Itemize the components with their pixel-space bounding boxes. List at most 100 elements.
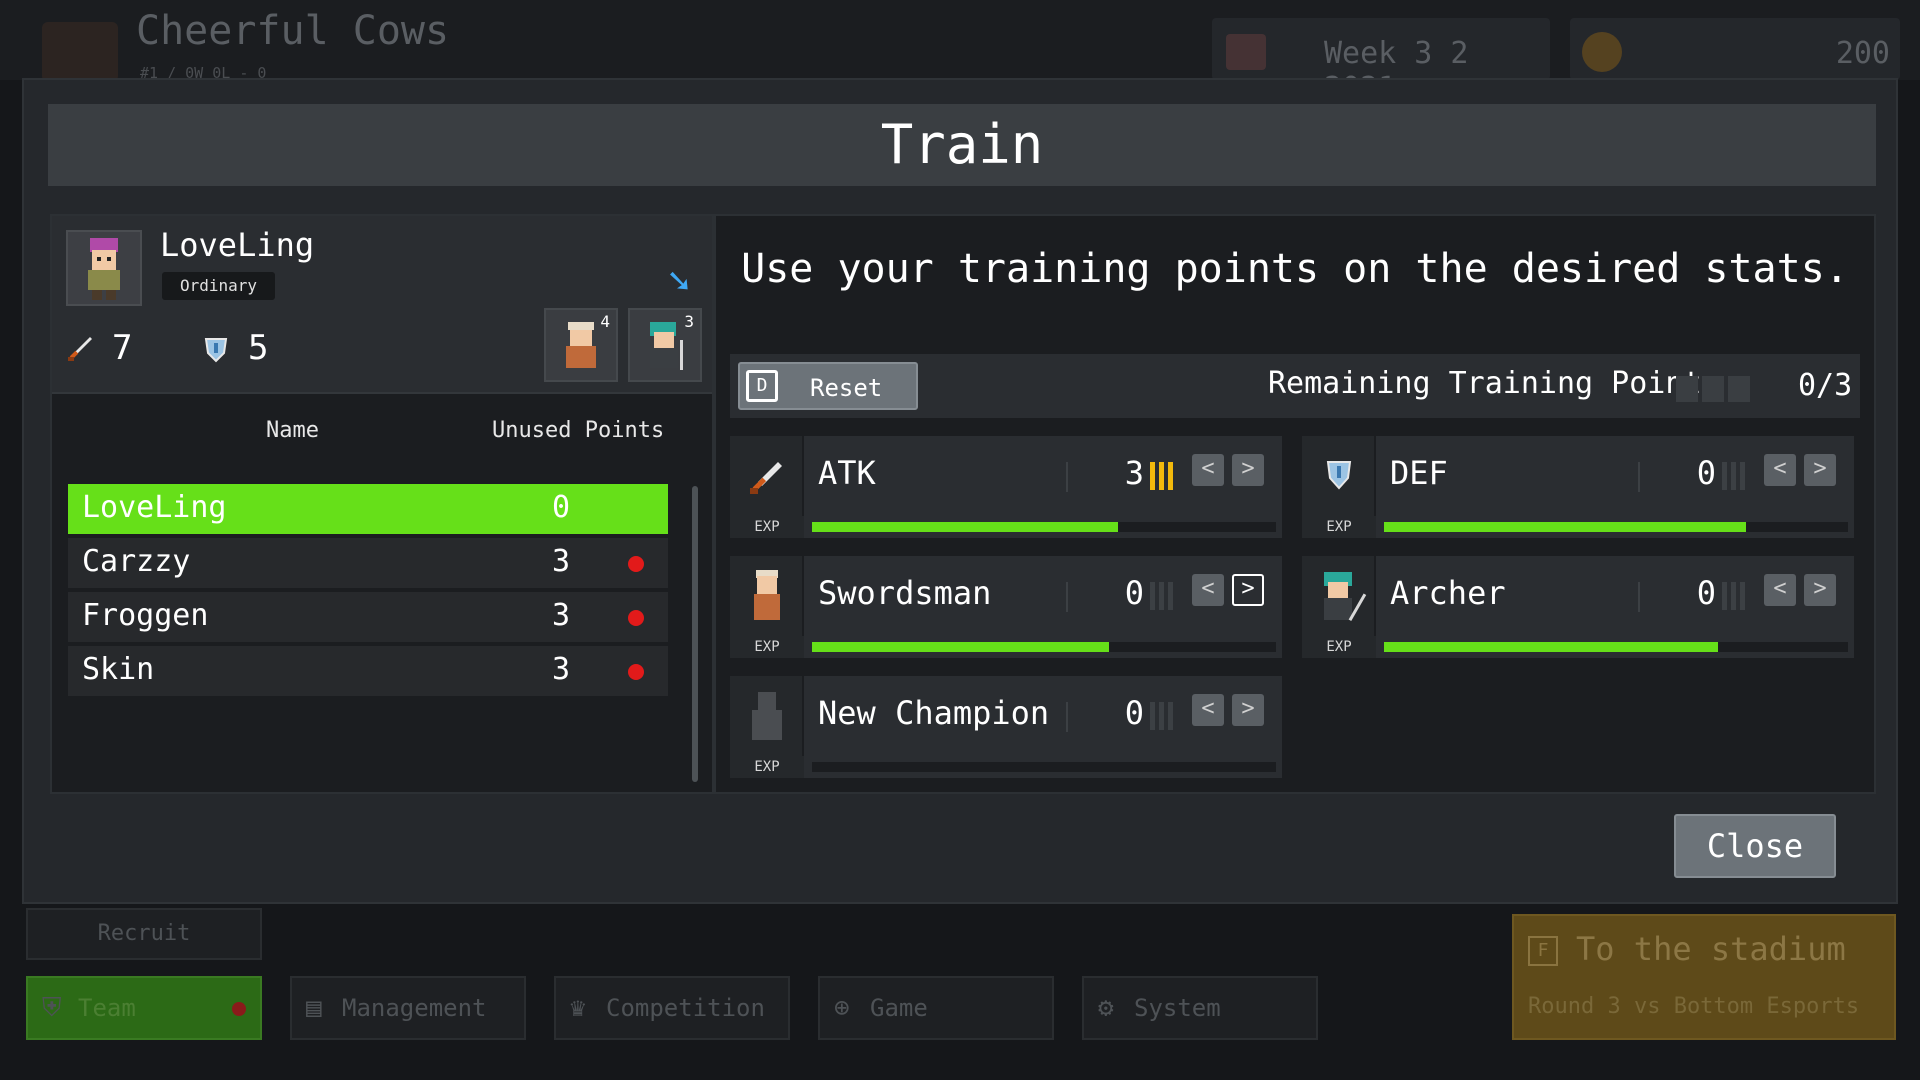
stat-value: 0: [1696, 574, 1716, 612]
row-points: 0: [552, 490, 571, 525]
col-header-unused-points: Unused Points: [492, 418, 665, 443]
exp-label: EXP: [730, 636, 804, 658]
hotkey-f: F: [1528, 936, 1558, 966]
nav-team[interactable]: ⛨ Team: [26, 976, 262, 1040]
modal-title: Train: [48, 104, 1876, 186]
list-item[interactable]: Skin 3: [68, 646, 668, 696]
stat-new-champion: EXP New Champion 0 < >: [730, 676, 1282, 778]
coins-value: 200: [1835, 36, 1890, 71]
exp-label: EXP: [1302, 636, 1376, 658]
row-points: 3: [552, 544, 571, 579]
decrease-button[interactable]: <: [1192, 454, 1224, 486]
stat-name: ATK: [818, 454, 876, 492]
champion-def: 5: [202, 328, 268, 368]
stat-swordsman: EXP Swordsman 0 < >: [730, 556, 1282, 658]
row-name: Froggen: [82, 598, 209, 633]
shield-icon: [202, 332, 230, 363]
close-button[interactable]: Close: [1674, 814, 1836, 878]
hotkey-d: D: [746, 370, 778, 402]
shield-icon: ⛨: [42, 993, 62, 1023]
divider: [1066, 582, 1068, 612]
sword-icon: [66, 332, 94, 361]
point-slot: [1728, 376, 1750, 402]
divider: [1066, 462, 1068, 492]
trophy-icon: ♛: [570, 993, 586, 1023]
list-item[interactable]: Froggen 3: [68, 592, 668, 642]
row-name: Skin: [82, 652, 155, 687]
row-points: 3: [552, 652, 571, 687]
increase-button[interactable]: >: [1804, 454, 1836, 486]
date-panel: Week 3 2 2021: [1212, 18, 1550, 106]
stat-atk: EXP ATK 3 < >: [730, 436, 1282, 538]
champion-panel: LoveLing Ordinary ➘ 7 5 4 3 Name Unused …: [50, 214, 714, 794]
exp-bar: [1384, 642, 1848, 652]
remaining-points-label: Remaining Training Points: [1268, 366, 1720, 401]
recruit-button[interactable]: Recruit: [26, 908, 262, 960]
instruction-text: Use your training points on the desired …: [741, 246, 1849, 292]
stat-value: 0: [1696, 454, 1716, 492]
silhouette-icon: [730, 676, 804, 756]
stat-value: 0: [1124, 574, 1144, 612]
reset-button[interactable]: D Reset: [738, 362, 918, 410]
alert-dot: [232, 1002, 246, 1016]
hero-archer-slot: 3: [628, 308, 702, 382]
gear-icon: ⚙: [1098, 993, 1114, 1023]
champion-list: LoveLing 0 Carzzy 3 Froggen 3 Skin 3: [68, 484, 668, 700]
increase-button[interactable]: >: [1804, 574, 1836, 606]
row-name: Carzzy: [82, 544, 191, 579]
exp-label: EXP: [1302, 516, 1376, 538]
document-icon: ▤: [306, 993, 322, 1023]
gamepad-icon: ⊕: [834, 993, 850, 1023]
decrease-button[interactable]: <: [1764, 454, 1796, 486]
rank-badge: Ordinary: [162, 272, 276, 300]
point-slot: [1702, 376, 1724, 402]
point-pips: [1150, 582, 1174, 610]
increase-button[interactable]: >: [1232, 454, 1264, 486]
team-logo: [42, 22, 118, 82]
point-pips: [1150, 702, 1174, 730]
archer-icon: [1302, 556, 1376, 636]
divider: [1066, 702, 1068, 732]
champion-card: LoveLing Ordinary ➘ 7 5 4 3: [52, 216, 712, 394]
increase-button[interactable]: >: [1232, 694, 1264, 726]
stat-name: New Champion: [818, 694, 1050, 732]
decrease-button[interactable]: <: [1192, 694, 1224, 726]
stat-def: EXP DEF 0 < >: [1302, 436, 1854, 538]
list-item[interactable]: LoveLing 0: [68, 484, 668, 534]
champion-name: LoveLing: [160, 226, 315, 264]
decrease-button[interactable]: <: [1764, 574, 1796, 606]
calendar-icon: [1226, 34, 1266, 70]
exp-bar: [1384, 522, 1848, 532]
point-pips: [1722, 582, 1746, 610]
nav-competition[interactable]: ♛ Competition: [554, 976, 790, 1040]
train-modal: Train LoveLing Ordinary ➘ 7 5 4 3 Name U…: [22, 78, 1898, 904]
nav-management[interactable]: ▤ Management: [290, 976, 526, 1040]
coin-icon: [1582, 32, 1622, 72]
alert-dot: [628, 556, 644, 572]
point-pips: [1722, 462, 1746, 490]
exp-bar: [812, 642, 1276, 652]
swordsman-icon: [730, 556, 804, 636]
hero-swordsman-slot: 4: [544, 308, 618, 382]
increase-button[interactable]: >: [1232, 574, 1264, 606]
training-panel: Use your training points on the desired …: [714, 214, 1876, 794]
point-pips: [1150, 462, 1174, 490]
list-item[interactable]: Carzzy 3: [68, 538, 668, 588]
exp-bar: [812, 522, 1276, 532]
point-slot: [1676, 376, 1698, 402]
nav-game[interactable]: ⊕ Game: [818, 976, 1054, 1040]
stat-name: Archer: [1390, 574, 1506, 612]
remaining-points-value: 0/3: [1798, 368, 1853, 403]
hero-level: 3: [684, 312, 694, 331]
nav-system[interactable]: ⚙ System: [1082, 976, 1318, 1040]
stat-archer: EXP Archer 0 < >: [1302, 556, 1854, 658]
list-scrollbar[interactable]: [692, 486, 698, 782]
arrow-down-right-icon: ➘: [668, 260, 690, 301]
stat-value: 3: [1124, 454, 1144, 492]
to-stadium-button[interactable]: F To the stadium Round 3 vs Bottom Espor…: [1512, 914, 1896, 1040]
champion-portrait: [66, 230, 142, 306]
hero-level: 4: [600, 312, 610, 331]
reset-bar: D Reset Remaining Training Points 0/3: [730, 354, 1860, 418]
shield-icon: [1302, 436, 1376, 516]
decrease-button[interactable]: <: [1192, 574, 1224, 606]
